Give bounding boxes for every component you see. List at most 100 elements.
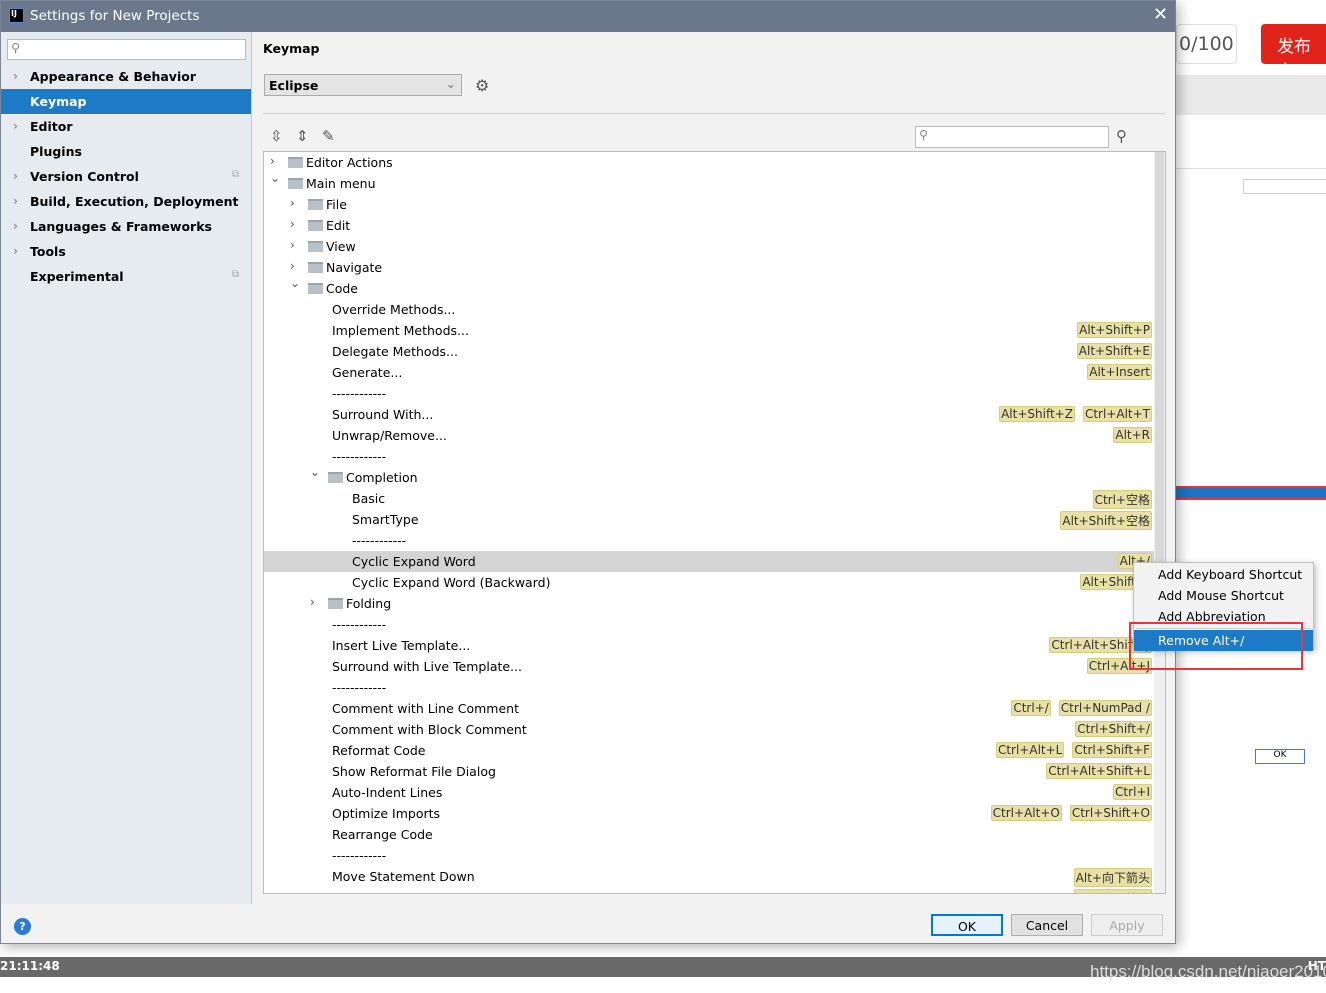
- tree-row[interactable]: ------------: [264, 383, 1154, 404]
- sidebar-item[interactable]: › Languages & Frameworks: [1, 214, 251, 239]
- sidebar-item[interactable]: Plugins: [1, 139, 251, 164]
- chevron-right-icon[interactable]: ›: [310, 595, 315, 609]
- menu-item[interactable]: Add Mouse Shortcut: [1134, 585, 1313, 606]
- bg-ok-button[interactable]: OK: [1255, 749, 1305, 764]
- sidebar-item[interactable]: › Appearance & Behavior: [1, 64, 251, 89]
- chevron-right-icon[interactable]: ›: [290, 259, 295, 273]
- sidebar-item[interactable]: › Tools: [1, 239, 251, 264]
- tree-row[interactable]: Auto-Indent Lines Ctrl+I: [264, 782, 1154, 803]
- tree-row[interactable]: ------------: [264, 530, 1154, 551]
- tree-row[interactable]: › Navigate: [264, 257, 1154, 278]
- tree-row[interactable]: Alt+向上箭头: [264, 887, 1154, 893]
- bg-publish-button[interactable]: 发布文: [1261, 24, 1326, 82]
- tree-row-label: Basic: [352, 491, 386, 506]
- shortcut-badge: Ctrl+Alt+T: [1082, 406, 1152, 422]
- chevron-right-icon[interactable]: ›: [290, 196, 295, 210]
- chevron-right-icon[interactable]: ›: [13, 118, 18, 133]
- cancel-button[interactable]: Cancel: [1011, 914, 1083, 936]
- tree-row-label: Rearrange Code: [332, 827, 433, 842]
- tree-row[interactable]: ⌄ Main menu: [264, 171, 1154, 194]
- keymap-scheme-select[interactable]: Eclipse ⌄: [264, 74, 462, 96]
- settings-search-input[interactable]: ⚲: [7, 39, 246, 60]
- tree-row[interactable]: ------------: [264, 614, 1154, 635]
- tree-row[interactable]: Implement Methods... Alt+Shift+P: [264, 320, 1154, 341]
- tree-row[interactable]: Comment with Block Comment Ctrl+Shift+/: [264, 719, 1154, 740]
- tree-row[interactable]: ⌄ Code: [264, 276, 1154, 299]
- shortcut-list: Alt+Shift+Z Ctrl+Alt+T: [999, 406, 1152, 422]
- tree-row-label: Show Reformat File Dialog: [332, 764, 496, 779]
- gear-icon[interactable]: ⚙: [475, 76, 489, 95]
- edit-pencil-icon[interactable]: ✎: [322, 127, 335, 145]
- sidebar-item-label: Keymap: [30, 94, 87, 109]
- tree-row[interactable]: › Edit: [264, 215, 1154, 236]
- tree-row-label: Insert Live Template...: [332, 638, 471, 653]
- chevron-right-icon[interactable]: ›: [13, 168, 18, 183]
- tree-row[interactable]: Move Statement Down Alt+向下箭头: [264, 866, 1154, 887]
- tree-row[interactable]: Reformat Code Ctrl+Alt+L Ctrl+Shift+F: [264, 740, 1154, 761]
- tree-row[interactable]: Comment with Line Comment Ctrl+/ Ctrl+NumP…: [264, 698, 1154, 719]
- tree-row[interactable]: ------------: [264, 677, 1154, 698]
- tree-row[interactable]: Generate... Alt+Insert: [264, 362, 1154, 383]
- apply-button[interactable]: Apply: [1091, 914, 1163, 936]
- sidebar-item[interactable]: › Build, Execution, Deployment: [1, 189, 251, 214]
- sidebar-item[interactable]: › Version Control ⧉: [1, 164, 251, 189]
- tree-row[interactable]: Insert Live Template... Ctrl+Alt+Shift+J: [264, 635, 1154, 656]
- tree-row[interactable]: › Folding: [264, 593, 1154, 614]
- tree-row[interactable]: ------------: [264, 845, 1154, 866]
- chevron-right-icon[interactable]: ›: [13, 193, 18, 208]
- folder-icon: [288, 178, 303, 189]
- tree-row-label: Surround with Live Template...: [332, 659, 522, 674]
- tree-row[interactable]: Cyclic Expand Word (Backward) Alt+Shift+/: [264, 572, 1154, 593]
- highlight-box: [1129, 622, 1303, 670]
- chevron-down-icon[interactable]: ⌄: [290, 276, 300, 290]
- tree-row[interactable]: › File: [264, 194, 1154, 215]
- shortcut-list: Ctrl+I: [1113, 784, 1152, 800]
- search-icon: ⚲: [919, 127, 929, 142]
- tree-row[interactable]: Surround with Live Template... Ctrl+Alt+J: [264, 656, 1154, 677]
- tree-row[interactable]: Show Reformat File Dialog Ctrl+Alt+Shift+…: [264, 761, 1154, 782]
- tree-row[interactable]: ------------: [264, 446, 1154, 467]
- chevron-right-icon[interactable]: ›: [13, 68, 18, 83]
- tree-row[interactable]: Delegate Methods... Alt+Shift+E: [264, 341, 1154, 362]
- chevron-down-icon[interactable]: ⌄: [270, 171, 280, 185]
- tree-row[interactable]: Unwrap/Remove... Alt+R: [264, 425, 1154, 446]
- tree-row[interactable]: ⌄ Completion: [264, 465, 1154, 488]
- tree-row[interactable]: Optimize Imports Ctrl+Alt+O Ctrl+Shift+O: [264, 803, 1154, 824]
- find-by-shortcut-icon[interactable]: ⚲: [1116, 127, 1127, 145]
- shortcut-list: Ctrl+Alt+Shift+L: [1046, 763, 1152, 779]
- help-icon[interactable]: ?: [14, 918, 31, 935]
- tree-row-label: ------------: [352, 533, 407, 548]
- tree-row[interactable]: Surround With... Alt+Shift+Z Ctrl+Alt+T: [264, 404, 1154, 425]
- chevron-right-icon[interactable]: ›: [13, 218, 18, 233]
- chevron-right-icon[interactable]: ›: [13, 243, 18, 258]
- tree-row[interactable]: › View: [264, 236, 1154, 257]
- sidebar-item[interactable]: Experimental ⧉: [1, 264, 251, 289]
- project-scope-icon: ⧉: [232, 169, 240, 180]
- ok-button[interactable]: OK: [931, 914, 1003, 936]
- menu-item[interactable]: Add Keyboard Shortcut: [1134, 564, 1313, 585]
- shortcut-badge: Alt+Shift+Z: [999, 406, 1075, 422]
- intellij-logo-icon: IJ: [9, 8, 24, 23]
- tree-row[interactable]: › Editor Actions: [264, 152, 1154, 173]
- sidebar-item[interactable]: › Editor: [1, 114, 251, 139]
- sidebar-item[interactable]: Keymap: [1, 89, 251, 114]
- tree-row[interactable]: Rearrange Code: [264, 824, 1154, 845]
- tree-row-label: Cyclic Expand Word (Backward): [352, 575, 551, 590]
- chevron-right-icon[interactable]: ›: [270, 154, 275, 168]
- tree-row[interactable]: SmartType Alt+Shift+空格: [264, 509, 1154, 530]
- chevron-right-icon[interactable]: ›: [290, 238, 295, 252]
- tree-row[interactable]: Cyclic Expand Word Alt+/: [264, 551, 1154, 572]
- folder-icon: [308, 199, 323, 210]
- close-icon[interactable]: ✕: [1153, 4, 1168, 25]
- bg-search-input[interactable]: [1243, 179, 1326, 194]
- action-search-input[interactable]: ⚲: [915, 126, 1109, 148]
- collapse-all-icon[interactable]: ⇕: [296, 127, 309, 145]
- chevron-down-icon[interactable]: ⌄: [310, 465, 320, 479]
- folder-icon: [308, 220, 323, 231]
- project-scope-icon: ⧉: [232, 269, 240, 280]
- shortcut-list: Ctrl+Shift+/: [1075, 721, 1152, 737]
- tree-row[interactable]: Override Methods...: [264, 299, 1154, 320]
- expand-all-icon[interactable]: ⇳: [270, 127, 283, 145]
- tree-row[interactable]: Basic Ctrl+空格: [264, 488, 1154, 509]
- chevron-right-icon[interactable]: ›: [290, 217, 295, 231]
